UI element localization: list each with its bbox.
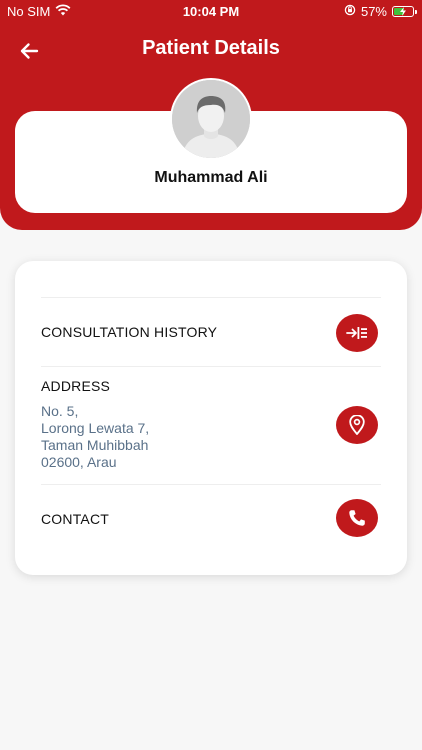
battery-percent: 57% xyxy=(360,4,387,19)
divider xyxy=(41,297,381,298)
contact-call-button[interactable] xyxy=(336,499,378,537)
status-right: 57% xyxy=(344,4,417,19)
battery-charging-icon xyxy=(392,6,417,17)
phone-icon xyxy=(349,510,365,526)
contact-label: CONTACT xyxy=(41,511,110,527)
address-line: 02600, Arau xyxy=(41,454,117,470)
orientation-lock-icon xyxy=(344,4,356,19)
address-line: Lorong Lewata 7, xyxy=(41,420,150,436)
user-avatar-placeholder-icon xyxy=(172,80,250,158)
divider xyxy=(41,484,381,485)
location-pin-icon xyxy=(349,415,365,435)
page-title: Patient Details xyxy=(142,37,280,59)
details-card: CONSULTATION HISTORY ADDRESS No. 5, Loro… xyxy=(15,261,407,575)
navbar: Patient Details xyxy=(0,28,422,72)
address-text: No. 5, Lorong Lewata 7, Taman Muhibbah 0… xyxy=(41,403,149,471)
divider xyxy=(41,366,381,367)
address-line: Taman Muhibbah xyxy=(41,437,149,453)
status-bar: No SIM 10:04 PM 57% xyxy=(0,0,422,24)
consultation-history-label: CONSULTATION HISTORY xyxy=(41,324,218,340)
patient-name: Muhammad Ali xyxy=(154,169,268,186)
patient-details-screen: No SIM 10:04 PM 57% Patient Details Muha… xyxy=(0,0,422,750)
address-line: No. 5, xyxy=(41,403,79,419)
consultation-history-button[interactable] xyxy=(336,314,378,352)
address-label: ADDRESS xyxy=(41,378,111,394)
avatar xyxy=(170,78,252,160)
address-map-button[interactable] xyxy=(336,406,378,444)
list-arrow-icon xyxy=(346,327,367,339)
